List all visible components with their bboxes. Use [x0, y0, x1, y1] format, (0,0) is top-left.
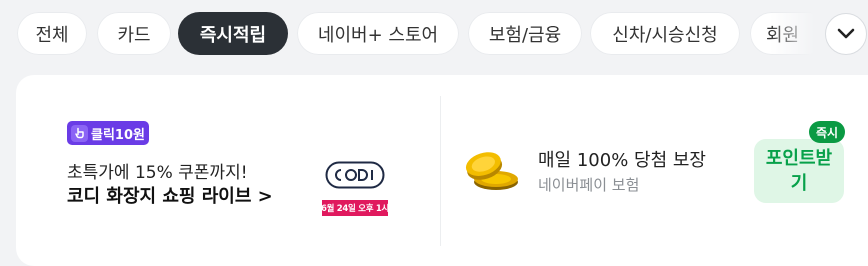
promo-title-link[interactable]: 코디 화장지 쇼핑 라이브 >: [67, 182, 273, 208]
instant-badge: 즉시: [809, 121, 845, 143]
category-tabs: 전체 카드 즉시적립 네이버+ 스토어 보험/금융 신차/시승신청 회원: [0, 0, 868, 66]
get-points-label-line2: 기: [790, 173, 808, 194]
gold-coins-icon: [465, 152, 518, 190]
card-divider: [440, 96, 441, 246]
get-points-label-line1: 포인트받: [765, 148, 833, 169]
tab-instant-reward[interactable]: 즉시적립: [178, 12, 288, 55]
pay-title: 매일 100% 당첨 보장: [538, 150, 706, 171]
chevron-down-icon: [837, 28, 855, 39]
click-reward-badge: 클릭10원: [67, 121, 149, 145]
hand-pointer-icon: [71, 124, 88, 142]
tab-car-test-drive[interactable]: 신차/시승신청: [590, 12, 740, 55]
click-reward-label: 클릭10원: [91, 127, 145, 143]
tab-insurance-finance[interactable]: 보험/금융: [468, 12, 582, 55]
more-tabs-button[interactable]: [825, 13, 867, 55]
tab-all[interactable]: 전체: [17, 12, 87, 55]
get-points-button[interactable]: 포인트받 기: [754, 139, 844, 203]
codi-logo: [325, 161, 385, 189]
promo-subtitle: 초특가에 15% 쿠폰까지!: [67, 163, 248, 183]
pay-subtitle: 네이버페이 보험: [538, 176, 640, 194]
tab-naver-plus-store[interactable]: 네이버+ 스토어: [297, 12, 459, 55]
live-date-tag: 6월 24일 오후 1시: [321, 200, 389, 216]
tab-card[interactable]: 카드: [97, 12, 171, 55]
